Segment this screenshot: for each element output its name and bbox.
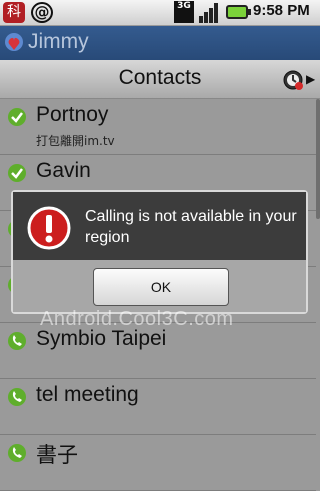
phone-status-icon	[8, 444, 26, 462]
list-item[interactable]: 書子	[0, 435, 316, 491]
presence-status-icon[interactable]	[282, 69, 304, 91]
list-item[interactable]: Symbio Taipei	[0, 323, 316, 379]
battery-icon	[226, 5, 251, 19]
phone-status-icon	[8, 332, 26, 350]
clock: 9:58 PM	[253, 2, 310, 19]
list-item[interactable]: tel meeting	[0, 379, 316, 435]
network-3g-icon: 3G	[174, 1, 194, 23]
ok-button[interactable]: OK	[93, 268, 229, 306]
contact-name: tel meeting	[36, 383, 139, 406]
online-status-icon	[8, 108, 26, 126]
app-title: Jimmy	[28, 30, 89, 53]
page-title: Contacts	[118, 66, 202, 89]
contact-name: Portnoy	[36, 103, 109, 126]
contact-name: 書子	[36, 444, 78, 467]
phone-status-icon	[8, 388, 26, 406]
status-bar: 科 @ 3G 9:58 PM	[0, 0, 320, 26]
signal-strength-icon	[199, 3, 218, 23]
scrollbar[interactable]	[316, 99, 320, 219]
contact-status: 打包離開im.tv	[36, 134, 115, 148]
contacts-header: Contacts ▶	[0, 60, 320, 99]
watermark: Android.Cool3C.com	[40, 308, 234, 330]
menu-arrow-icon[interactable]: ▶	[306, 72, 315, 86]
at-notification-icon[interactable]: @	[31, 2, 53, 23]
app-logo-icon	[5, 33, 23, 51]
alert-icon	[27, 206, 71, 250]
notification-app-icon[interactable]: 科	[3, 2, 25, 23]
contact-name: Gavin	[36, 159, 91, 182]
dialog-message: Calling is not available in your region	[85, 208, 297, 246]
online-status-icon	[8, 164, 26, 182]
alert-dialog: Calling is not available in your region …	[11, 190, 308, 314]
list-item[interactable]: Portnoy 打包離開im.tv	[0, 99, 316, 155]
app-title-bar: Jimmy	[0, 26, 320, 60]
